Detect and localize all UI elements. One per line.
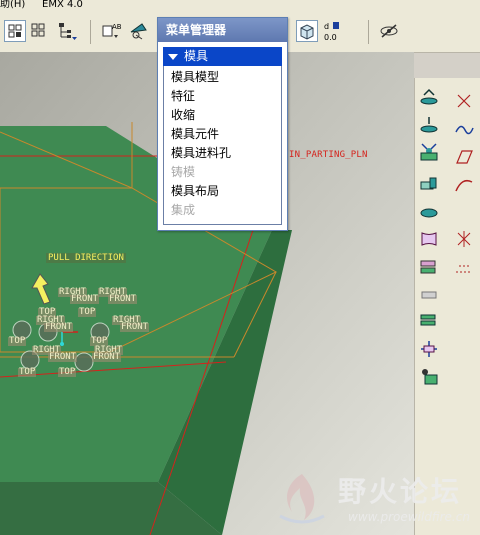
datum-top-label: TOP: [58, 367, 77, 377]
menu-item-shrinkage[interactable]: 收缩: [171, 108, 195, 123]
measure-icon[interactable]: d 0.0: [322, 20, 344, 42]
datum-display-icon[interactable]: AB: [100, 20, 122, 42]
gate-icon[interactable]: [418, 200, 440, 222]
spin-icon[interactable]: [128, 20, 150, 42]
counter-value: 0.0: [324, 33, 337, 42]
ejector-icon[interactable]: [418, 284, 440, 306]
svg-text:d: d: [324, 22, 329, 31]
datum-front-label: FRONT: [92, 352, 122, 362]
menu-item-feature[interactable]: 特征: [171, 89, 195, 104]
watermark-name: 野火论坛: [338, 475, 463, 508]
datum-front-label: FRONT: [44, 322, 74, 332]
sketch-icon[interactable]: [453, 146, 475, 168]
datum-front-label: FRONT: [70, 294, 100, 304]
open-icon[interactable]: [418, 256, 440, 278]
menu-items: 模具模型 特征 收缩 模具元件 模具进料孔 铸模 模具布局 集成: [163, 66, 282, 225]
pull-direction-label: PULL DIRECTION: [46, 253, 126, 263]
right-toolbar: [414, 78, 480, 535]
watermark: 野火论坛 www.proewildfire.cn: [268, 468, 480, 535]
menu-item-integrate: 集成: [171, 203, 196, 217]
help-menu[interactable]: 助(H): [0, 0, 25, 10]
emx-menu[interactable]: EMX 4.0: [42, 0, 83, 10]
parting-surface-icon[interactable]: [418, 146, 440, 168]
tree-icon[interactable]: [56, 20, 78, 42]
mold-base-icon[interactable]: [418, 114, 440, 136]
shade-icon[interactable]: [296, 20, 318, 42]
mold-volume-icon[interactable]: [418, 86, 440, 108]
waterline-icon[interactable]: [453, 256, 475, 278]
menu-item-mold-gate[interactable]: 模具进料孔: [171, 146, 231, 161]
menu-manager-title: 菜单管理器: [158, 18, 287, 42]
datum-plane-icon[interactable]: [418, 338, 440, 360]
svg-text:AB: AB: [112, 23, 122, 31]
menu-item-mold-component[interactable]: 模具元件: [171, 127, 219, 142]
menu-item-mold-model[interactable]: 模具模型: [171, 70, 219, 85]
collapse-arrow-icon: [168, 53, 178, 60]
view-icon[interactable]: [4, 20, 26, 42]
mold-component-icon[interactable]: [453, 90, 475, 112]
toolbar-separator: [368, 20, 369, 44]
hide-icon[interactable]: [378, 20, 400, 42]
runner-icon[interactable]: [453, 174, 475, 196]
datum-front-label: FRONT: [108, 294, 138, 304]
datum-front-label: FRONT: [120, 322, 150, 332]
split-icon[interactable]: [453, 228, 475, 250]
datum-top-label: TOP: [18, 367, 37, 377]
menu-item-mold-layout[interactable]: 模具布局: [171, 184, 219, 199]
menu-item-molding: 铸模: [171, 165, 196, 179]
parting-plane-label: IN_PARTING_PLN: [289, 150, 368, 160]
analysis-icon[interactable]: [418, 366, 440, 388]
toolbar-separator: [90, 20, 91, 44]
datum-front-label: FRONT: [48, 352, 78, 362]
menu-header-mold[interactable]: 模具: [163, 47, 282, 66]
layer-icon[interactable]: [418, 310, 440, 332]
watermark-url: www.proewildfire.cn: [348, 510, 470, 524]
datum-top-label: TOP: [78, 307, 97, 317]
assembly-icon[interactable]: [418, 228, 440, 250]
menubar: 助(H) EMX 4.0: [0, 0, 480, 12]
menu-manager: 菜单管理器 模具 模具模型 特征 收缩 模具元件 模具进料孔 铸模 模具布局 集…: [157, 17, 288, 231]
surface-icon[interactable]: [453, 118, 475, 140]
flame-logo-icon: [279, 474, 325, 524]
mirror-icon[interactable]: [418, 174, 440, 196]
layout-icon[interactable]: [28, 20, 50, 42]
datum-top-label: TOP: [8, 336, 27, 346]
menu-header-label: 模具: [184, 49, 209, 63]
